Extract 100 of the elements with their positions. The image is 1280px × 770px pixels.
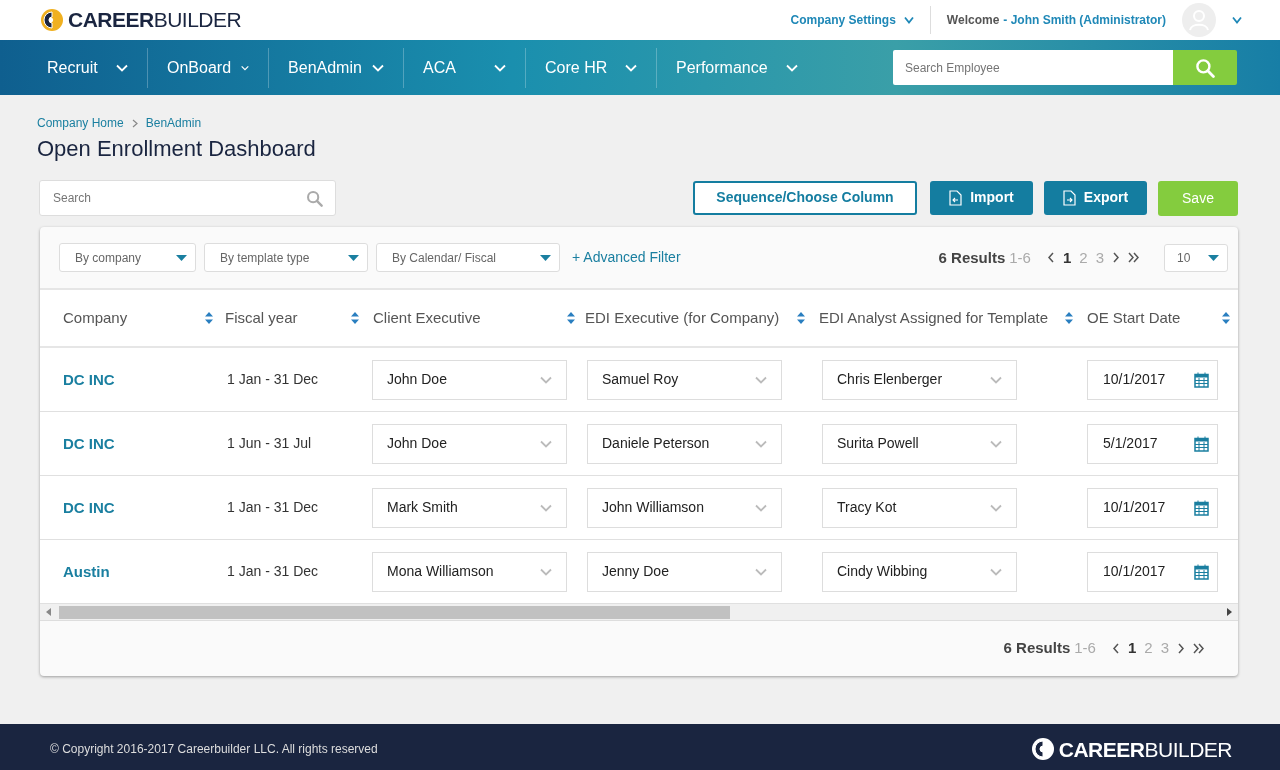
- column-header[interactable]: Client Executive: [373, 307, 481, 330]
- search-icon: [1195, 57, 1215, 78]
- chevron-down-icon: [755, 503, 767, 512]
- column-header[interactable]: EDI Executive (for Company): [585, 307, 780, 330]
- company-settings-link[interactable]: Company Settings: [790, 11, 914, 29]
- filter-dropdown[interactable]: By template type: [204, 243, 368, 273]
- sort-icon[interactable]: [205, 312, 213, 325]
- import-button[interactable]: Import: [930, 180, 1033, 215]
- calendar-icon: [1194, 371, 1209, 388]
- table-cell-text: 1 Jun - 31 Jul: [227, 434, 312, 454]
- nav-menu-item[interactable]: Performance: [657, 47, 817, 88]
- nav-menu-item[interactable]: BenAdmin: [269, 47, 404, 88]
- export-file-icon: [1062, 189, 1076, 206]
- chevron-down-icon: [755, 375, 767, 384]
- chevron-down-icon: [371, 63, 384, 72]
- column-header[interactable]: Fiscal year: [225, 307, 298, 330]
- date-field[interactable]: 10/1/2017: [1087, 359, 1218, 400]
- chevron-down-icon: [786, 63, 798, 72]
- page-link[interactable]: 1: [1062, 246, 1072, 270]
- nav-menu-item[interactable]: ACA: [404, 47, 526, 88]
- caret-down-icon: [540, 254, 551, 261]
- results-count: 6 Results: [938, 247, 1006, 268]
- double-chevron-right-icon[interactable]: [1128, 252, 1140, 264]
- employee-search-field[interactable]: Search Employee: [893, 50, 1173, 85]
- select-field[interactable]: Daniele Peterson: [587, 423, 782, 464]
- select-field[interactable]: John Doe: [372, 423, 567, 464]
- logo-mark-icon: [1030, 737, 1055, 762]
- select-field[interactable]: Tracy Kot: [822, 487, 1017, 528]
- company-link[interactable]: DC INC: [63, 368, 115, 392]
- chevron-right-icon[interactable]: [1177, 642, 1185, 654]
- chevron-down-icon: [990, 439, 1002, 448]
- column-header[interactable]: EDI Analyst Assigned for Template: [819, 307, 1048, 330]
- select-field[interactable]: Chris Elenberger: [822, 359, 1017, 400]
- chevron-down-icon: [903, 16, 914, 24]
- scroll-left-arrow-icon[interactable]: [46, 608, 51, 617]
- select-field[interactable]: Jenny Doe: [587, 551, 782, 592]
- chevron-left-icon[interactable]: [1046, 252, 1055, 264]
- chevron-down-icon: [1232, 16, 1242, 24]
- table-cell-text: 1 Jan - 31 Dec: [227, 562, 319, 582]
- caret-down-icon: [176, 254, 187, 261]
- double-chevron-right-icon[interactable]: [1193, 642, 1205, 654]
- select-field[interactable]: Samuel Roy: [587, 359, 782, 400]
- horizontal-scrollbar[interactable]: [40, 604, 1238, 622]
- chevron-down-icon: [755, 439, 767, 448]
- date-field[interactable]: 10/1/2017: [1087, 551, 1218, 592]
- logo-text: CAREERBUILDER: [1058, 736, 1232, 763]
- sort-icon[interactable]: [797, 312, 805, 325]
- scrollbar-thumb[interactable]: [59, 605, 730, 619]
- chevron-right-icon[interactable]: [1112, 252, 1120, 264]
- chevron-down-icon: [540, 439, 552, 448]
- calendar-icon: [1194, 435, 1209, 452]
- chevron-down-icon: [540, 567, 552, 576]
- page-link[interactable]: 1: [1127, 637, 1137, 660]
- sort-icon[interactable]: [351, 312, 359, 325]
- calendar-icon: [1194, 563, 1209, 580]
- select-field[interactable]: Surita Powell: [822, 423, 1017, 464]
- welcome-text: Welcome: [946, 12, 1000, 29]
- select-field[interactable]: John Williamson: [587, 487, 782, 528]
- nav-menu-item[interactable]: Core HR: [526, 47, 657, 88]
- nav-menu-item[interactable]: Recruit: [28, 47, 148, 88]
- breadcrumb-link[interactable]: Company Home: [37, 114, 124, 132]
- table-cell-text: 1 Jan - 31 Dec: [227, 370, 319, 390]
- caret-down-icon: [348, 254, 359, 261]
- sort-icon[interactable]: [567, 312, 575, 325]
- company-link[interactable]: DC INC: [63, 496, 115, 520]
- chevron-left-icon[interactable]: [1111, 642, 1120, 654]
- page-size-dropdown[interactable]: 10: [1164, 243, 1228, 272]
- advanced-filter-link[interactable]: + Advanced Filter: [572, 247, 681, 269]
- page-title: Open Enrollment Dashboard: [37, 136, 317, 163]
- export-button[interactable]: Export: [1044, 180, 1147, 215]
- select-field[interactable]: John Doe: [372, 359, 567, 400]
- select-field[interactable]: Mark Smith: [372, 487, 567, 528]
- sequence-column-button[interactable]: Sequence/Choose Column: [693, 180, 917, 215]
- nav-menu-item[interactable]: OnBoard: [148, 47, 269, 88]
- breadcrumb-link[interactable]: BenAdmin: [145, 114, 202, 132]
- select-field[interactable]: Mona Williamson: [372, 551, 567, 592]
- copyright-text: © Copyright 2016-2017 Careerbuilder LLC. All rights reserved: [50, 741, 378, 759]
- date-field[interactable]: 10/1/2017: [1087, 487, 1218, 528]
- search-field[interactable]: Search: [39, 180, 336, 217]
- results-range: 1-6: [1009, 247, 1031, 268]
- user-link[interactable]: - John Smith (Administrator): [1003, 11, 1166, 29]
- chevron-down-icon: [990, 375, 1002, 384]
- column-header[interactable]: OE Start Date: [1087, 307, 1181, 330]
- sort-icon[interactable]: [1065, 312, 1073, 325]
- chevron-down-icon: [494, 63, 506, 72]
- chevron-down-icon: [990, 503, 1002, 512]
- company-link[interactable]: Austin: [63, 560, 110, 584]
- logo-text: CAREERBUILDER: [68, 7, 242, 34]
- company-link[interactable]: DC INC: [63, 432, 115, 456]
- chevron-down-icon: [625, 63, 637, 72]
- chevron-down-icon: [755, 567, 767, 576]
- date-field[interactable]: 5/1/2017: [1087, 423, 1218, 464]
- calendar-icon: [1194, 499, 1209, 516]
- caret-down-icon: [1208, 254, 1219, 261]
- sort-icon[interactable]: [1222, 312, 1230, 325]
- scroll-right-arrow-icon[interactable]: [1227, 608, 1232, 617]
- filter-dropdown[interactable]: By Calendar/ Fiscal: [376, 243, 560, 273]
- filter-dropdown[interactable]: By company: [59, 243, 196, 273]
- column-header[interactable]: Company: [63, 307, 128, 330]
- select-field[interactable]: Cindy Wibbing: [822, 551, 1017, 592]
